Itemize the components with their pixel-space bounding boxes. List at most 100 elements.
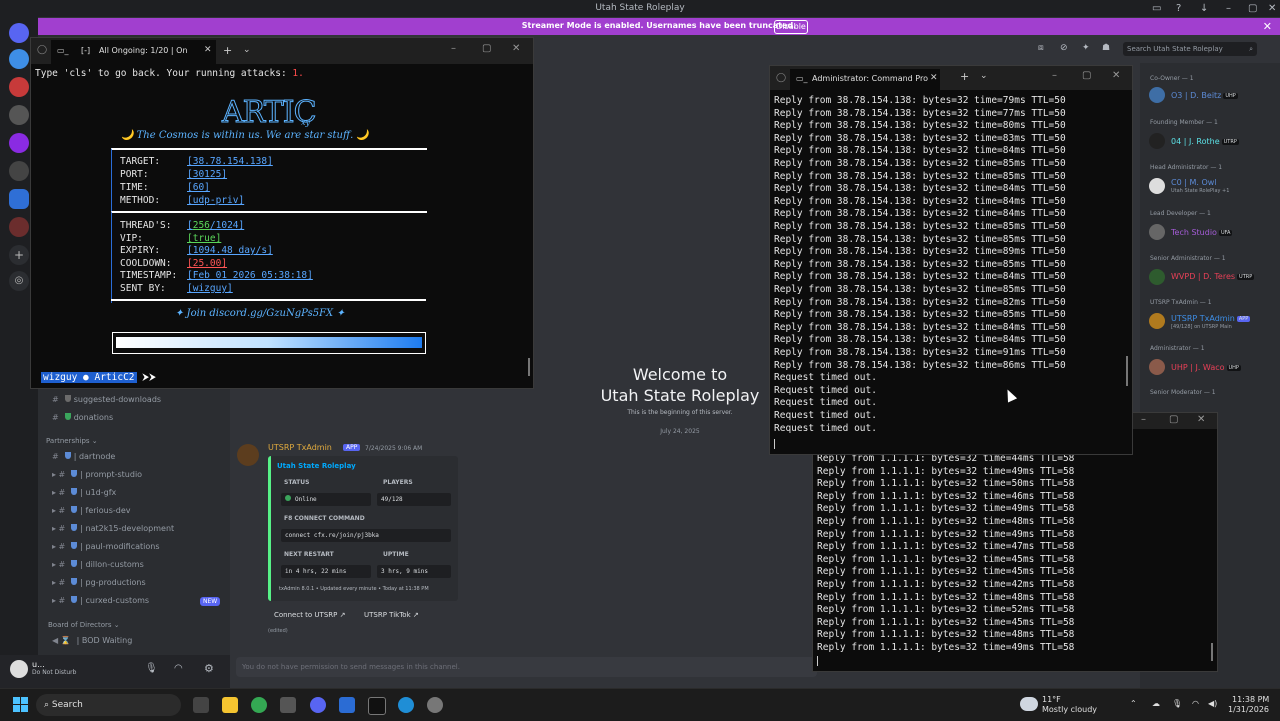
threads-icon[interactable]: ⧈ <box>1038 43 1044 53</box>
avatar[interactable] <box>237 444 259 466</box>
category-board[interactable]: Board of Directors ⌄ <box>48 621 120 629</box>
task-view-icon[interactable] <box>193 697 209 713</box>
voice-channel-item[interactable]: ◀ ⌛ | BOD Waiting <box>52 636 132 645</box>
terminal-tab[interactable]: ▭_ [-] All Ongoing: 1/20 | On ✕ <box>51 40 216 64</box>
wifi-icon[interactable]: ◠ <box>1192 699 1199 708</box>
new-tab-icon[interactable]: + <box>960 70 969 83</box>
embed-title[interactable]: Utah State Roleplay <box>277 462 356 470</box>
microphone-icon[interactable]: 🎙 <box>1172 699 1182 708</box>
close-tab-icon[interactable]: ✕ <box>204 45 212 55</box>
minimize-icon[interactable]: – <box>1141 414 1146 425</box>
tiktok-button[interactable]: UTSRP TikTok ↗ <box>364 608 419 622</box>
close-tab-icon[interactable]: ✕ <box>930 73 938 83</box>
member-name[interactable]: UHP | J. Waco UHP <box>1171 363 1241 372</box>
connect-button[interactable]: Connect to UTSRP ↗ <box>274 608 345 622</box>
clock-date[interactable]: 1/31/2026 <box>1228 705 1269 714</box>
channel-item[interactable]: # | dartnode <box>52 452 115 461</box>
inbox-icon[interactable]: ▭ <box>1152 3 1161 14</box>
channel-item[interactable]: ▸ # | pg-productions <box>52 578 146 587</box>
server-icon[interactable] <box>9 217 29 237</box>
avatar[interactable] <box>1149 87 1165 103</box>
avatar[interactable] <box>1149 133 1165 149</box>
file-explorer-icon[interactable] <box>222 697 238 713</box>
message-input[interactable]: You do not have permission to send messa… <box>236 657 817 677</box>
channel-item[interactable]: ▸ # | dillon-customs <box>52 560 144 569</box>
minimize-icon[interactable]: – <box>1226 3 1231 14</box>
close-icon[interactable]: ✕ <box>1263 20 1272 33</box>
member-name[interactable]: 04 | J. Rothe UTRP <box>1171 137 1239 146</box>
chrome-icon[interactable] <box>251 697 267 713</box>
avatar[interactable] <box>1149 178 1165 194</box>
network-icon[interactable]: ☁ <box>1152 699 1160 708</box>
app-icon[interactable] <box>398 697 414 713</box>
pin-icon[interactable]: ✦ <box>1082 43 1090 53</box>
search-input[interactable]: Search Utah State Roleplay ⌕ <box>1123 42 1257 56</box>
weather-temp[interactable]: 11°F <box>1042 695 1061 704</box>
maximize-icon[interactable]: ▢ <box>1248 3 1257 14</box>
close-icon[interactable]: ✕ <box>1112 70 1120 81</box>
member-name[interactable]: Tech Studio UFA <box>1171 228 1233 237</box>
discover-icon[interactable]: ◎ <box>9 271 29 291</box>
avatar[interactable] <box>1149 359 1165 375</box>
close-icon[interactable]: ✕ <box>512 43 520 54</box>
new-tab-icon[interactable]: + <box>223 44 232 57</box>
weather-desc[interactable]: Mostly cloudy <box>1042 705 1097 714</box>
disable-streamer-button[interactable]: Disable <box>774 20 808 34</box>
message-author[interactable]: UTSRP TxAdmin <box>268 443 332 452</box>
server-icon-active[interactable] <box>9 189 29 209</box>
download-icon[interactable]: ↓ <box>1200 3 1208 14</box>
chevron-down-icon[interactable]: ⌄ <box>980 71 988 81</box>
members-icon[interactable]: ☗ <box>1102 43 1110 53</box>
scrollbar[interactable] <box>528 358 530 376</box>
server-icon[interactable] <box>9 133 29 153</box>
channel-item[interactable]: ▸ # | nat2k15-development <box>52 524 174 533</box>
headphones-icon[interactable]: ◠ <box>174 663 183 674</box>
chevron-up-icon[interactable]: ⌃ <box>1130 699 1137 708</box>
app-icon[interactable] <box>427 697 443 713</box>
terminal-prompt[interactable]: wizguy ● ArticC2 ⮞⮞ <box>41 372 156 383</box>
avatar[interactable] <box>1149 269 1165 285</box>
clock-time[interactable]: 11:38 PM <box>1232 695 1269 704</box>
volume-icon[interactable]: ◀) <box>1208 699 1217 708</box>
microphone-icon[interactable]: 🎙 <box>145 663 158 674</box>
channel-item[interactable]: ▸ # | prompt-studio <box>52 470 142 479</box>
channel-item[interactable]: ▸ # | paul-modifications <box>52 542 159 551</box>
close-icon[interactable]: ✕ <box>1268 3 1276 14</box>
avatar[interactable] <box>1149 224 1165 240</box>
channel-item[interactable]: ▸ # | ferious-dev <box>52 506 131 515</box>
gear-icon[interactable]: ⚙ <box>204 662 214 675</box>
add-server-icon[interactable]: + <box>9 245 29 265</box>
member-name[interactable]: WVPD | D. Teres UTRP <box>1171 272 1255 281</box>
channel-item[interactable]: # donations <box>52 413 113 422</box>
windows-start-icon[interactable] <box>13 697 29 713</box>
avatar[interactable] <box>1149 313 1165 329</box>
channel-item[interactable]: ▸ # | u1d-gfx <box>52 488 116 497</box>
terminal-icon[interactable] <box>368 697 386 715</box>
mute-icon[interactable]: ⊘ <box>1060 43 1068 53</box>
member-name[interactable]: UTSRP TxAdmin APP <box>1171 314 1251 323</box>
scrollbar[interactable] <box>1126 356 1128 386</box>
member-name[interactable]: C0 | M. Owl <box>1171 178 1217 187</box>
scrollbar[interactable] <box>1211 643 1213 661</box>
server-icon[interactable] <box>9 105 29 125</box>
server-icon[interactable] <box>9 77 29 97</box>
home-icon[interactable] <box>9 23 29 43</box>
minimize-icon[interactable]: – <box>451 43 456 54</box>
maximize-icon[interactable]: ▢ <box>1169 414 1178 425</box>
channel-item[interactable]: ▸ # | curxed-customs <box>52 596 149 605</box>
channel-item[interactable]: # suggested-downloads <box>52 395 161 404</box>
terminal-tab[interactable]: ▭_ Administrator: Command Pro ✕ <box>790 69 940 90</box>
maximize-icon[interactable]: ▢ <box>1082 70 1091 81</box>
app-icon[interactable] <box>339 697 355 713</box>
discord-icon[interactable] <box>310 697 326 713</box>
minimize-icon[interactable]: – <box>1052 70 1057 81</box>
help-icon[interactable]: ? <box>1176 3 1181 14</box>
weather-icon[interactable] <box>1020 697 1038 711</box>
member-name[interactable]: O3 | D. Beitz UHP <box>1171 91 1238 100</box>
close-icon[interactable]: ✕ <box>1197 414 1205 425</box>
chevron-down-icon[interactable]: ⌄ <box>243 45 251 55</box>
taskbar-search[interactable]: ⌕ Search <box>36 694 181 716</box>
maximize-icon[interactable]: ▢ <box>482 43 491 54</box>
app-icon[interactable] <box>280 697 296 713</box>
avatar[interactable] <box>10 660 28 678</box>
